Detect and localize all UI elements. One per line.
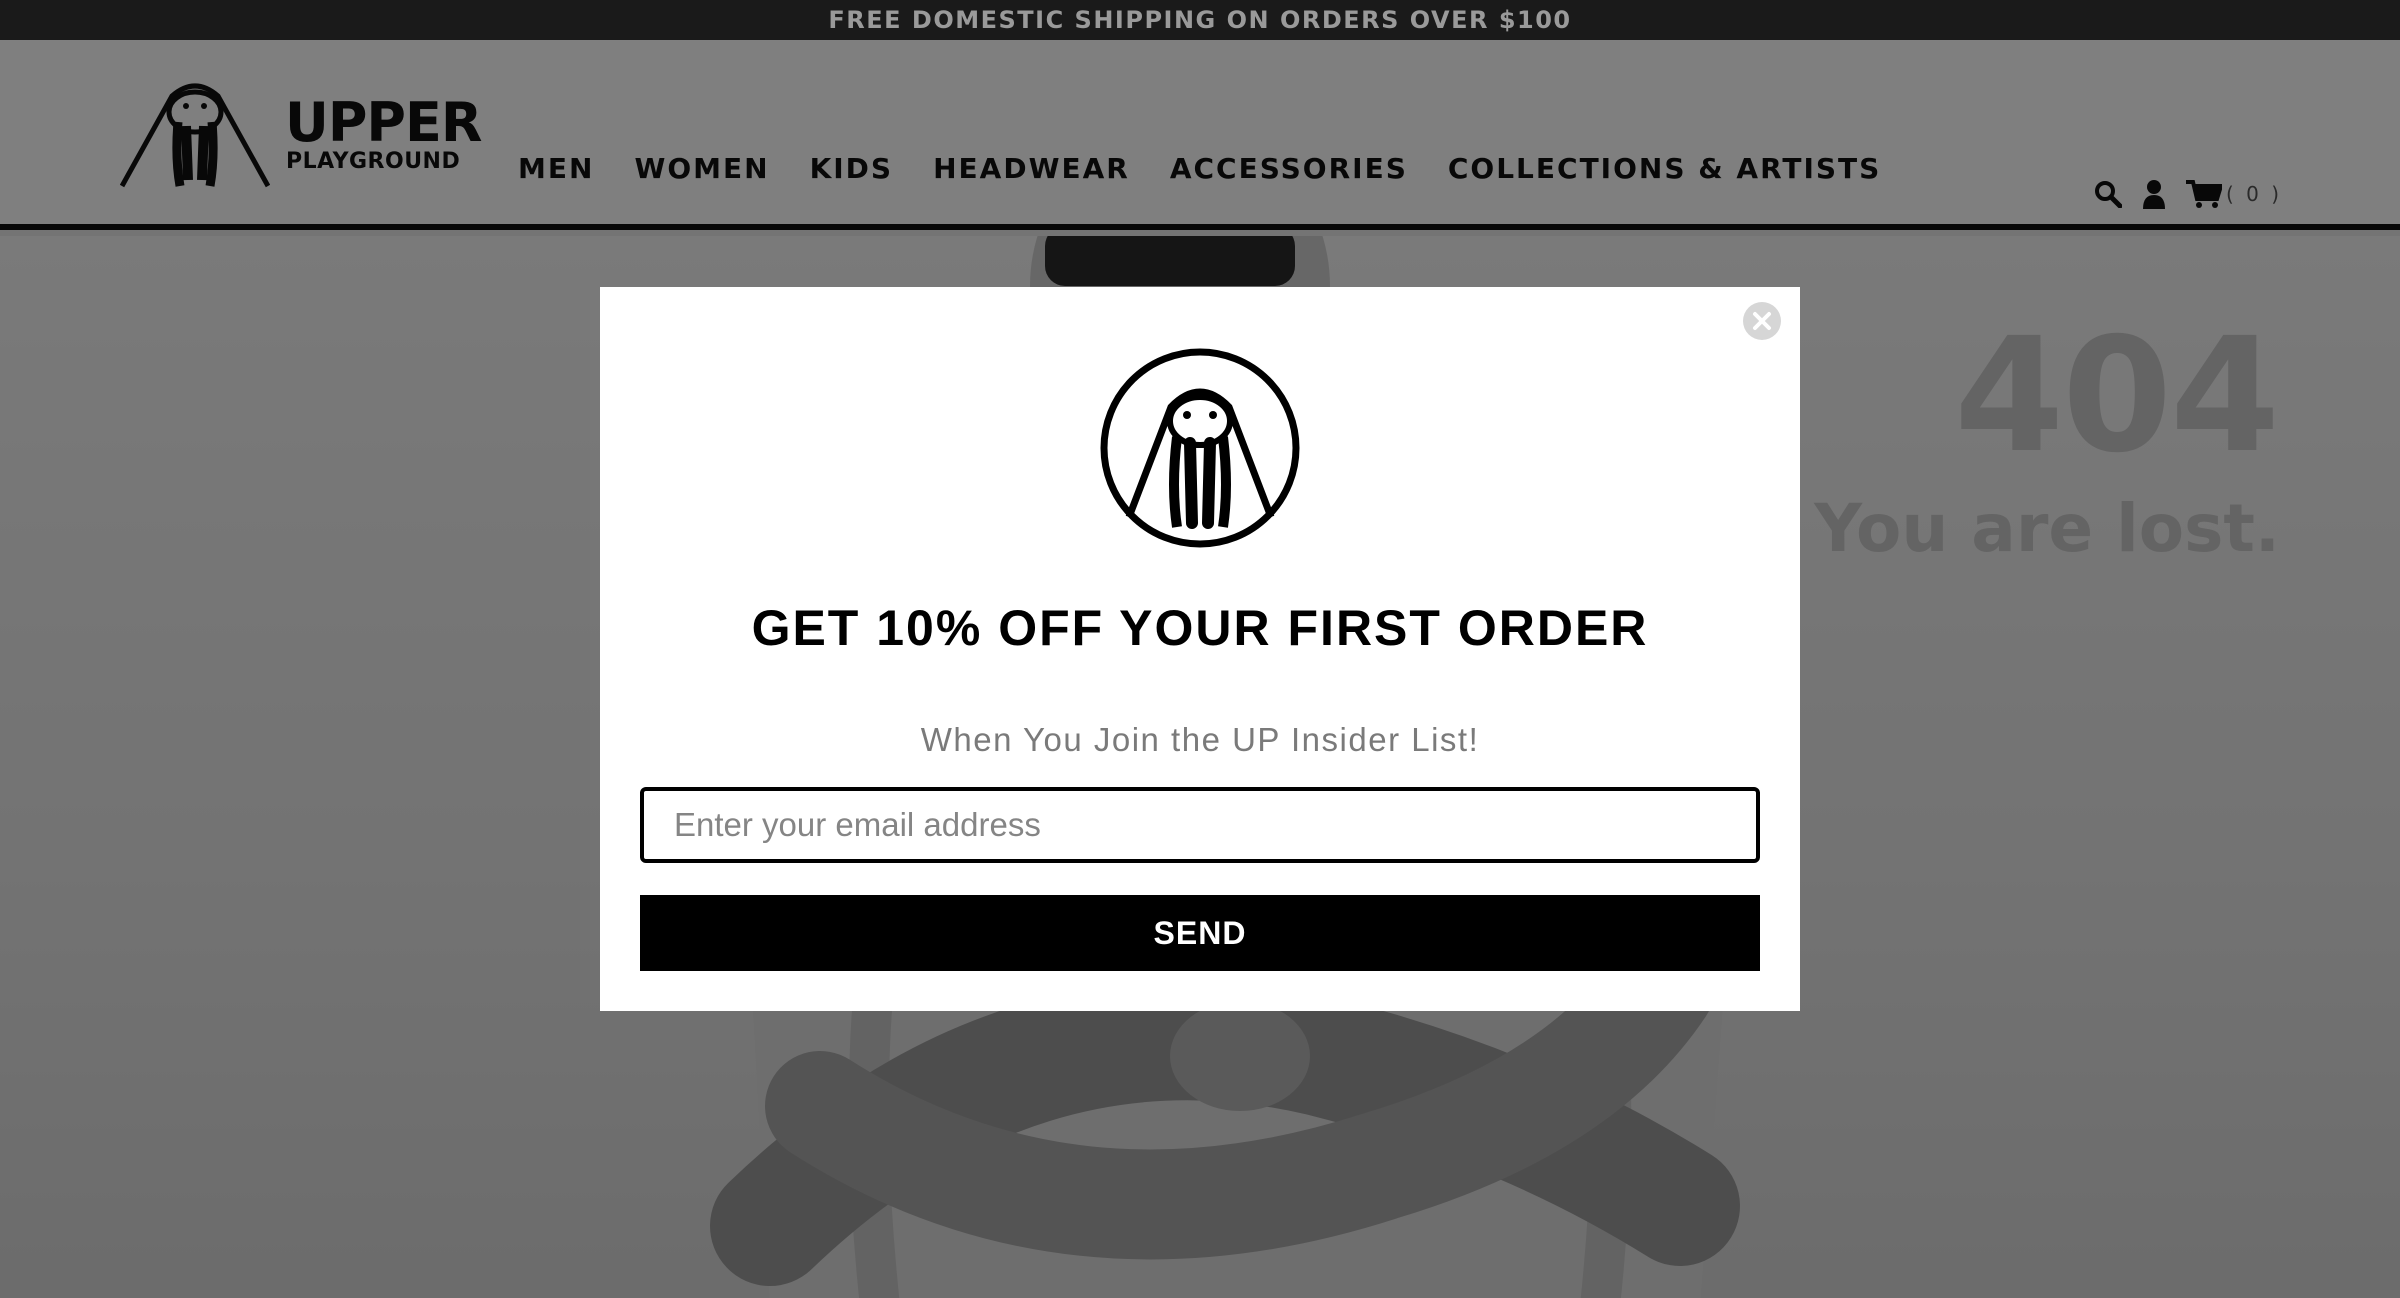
- walrus-badge-icon: [1100, 348, 1300, 548]
- newsletter-popup: GET 10% OFF YOUR FIRST ORDER When You Jo…: [600, 287, 1800, 1011]
- close-icon: [1753, 312, 1771, 330]
- send-button[interactable]: SEND: [640, 895, 1760, 971]
- announcement-text: FREE DOMESTIC SHIPPING ON ORDERS OVER $1…: [828, 6, 1572, 34]
- popup-subtitle: When You Join the UP Insider List!: [920, 721, 1480, 758]
- announcement-bar: FREE DOMESTIC SHIPPING ON ORDERS OVER $1…: [0, 0, 2400, 40]
- email-input[interactable]: [640, 787, 1760, 863]
- popup-title: GET 10% OFF YOUR FIRST ORDER: [751, 600, 1649, 656]
- close-button[interactable]: [1743, 302, 1781, 340]
